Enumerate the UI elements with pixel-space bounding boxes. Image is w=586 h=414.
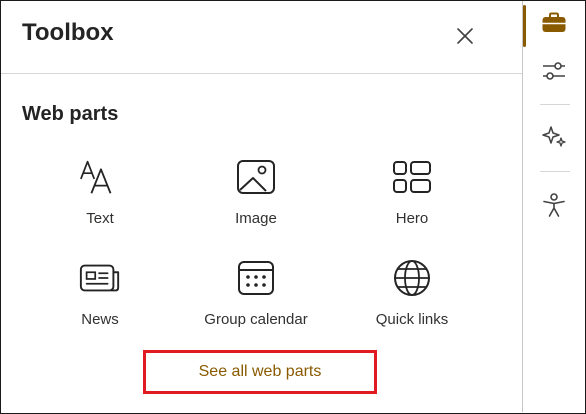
web-part-quick-links[interactable]: Quick links: [337, 252, 487, 342]
sparkle-icon: [542, 126, 566, 147]
rail-toolbox-button[interactable]: [538, 7, 570, 39]
web-part-text[interactable]: Text: [25, 151, 175, 241]
rail-settings-button[interactable]: [538, 55, 570, 87]
news-icon: [79, 264, 120, 292]
rail-accessibility-button[interactable]: [538, 189, 570, 221]
accessibility-icon: [543, 193, 565, 217]
web-part-news[interactable]: News: [25, 252, 175, 342]
close-button[interactable]: [450, 21, 480, 51]
web-part-label: News: [81, 311, 119, 328]
hero-icon: [393, 161, 431, 193]
web-part-hero[interactable]: Hero: [337, 151, 487, 241]
web-part-label: Group calendar: [204, 311, 308, 328]
panel-title: Toolbox: [22, 19, 114, 46]
see-all-web-parts-link[interactable]: See all web parts: [199, 363, 322, 381]
rail-divider: [540, 104, 570, 105]
web-part-label: Text: [86, 210, 114, 227]
globe-icon: [394, 260, 430, 296]
sliders-icon: [543, 62, 565, 80]
web-part-label: Image: [235, 210, 277, 227]
close-icon: [457, 28, 473, 44]
toolbox-panel: Toolbox Web parts Text Image Hero News G…: [1, 1, 523, 412]
panel-header: Toolbox: [1, 1, 522, 74]
web-part-label: Hero: [395, 210, 429, 227]
rail-divider: [540, 171, 570, 172]
web-part-group-calendar[interactable]: Group calendar: [181, 252, 331, 342]
image-icon: [237, 160, 275, 194]
toolbox-icon: [542, 12, 566, 32]
active-indicator: [523, 5, 526, 47]
rail-design-ideas-button[interactable]: [538, 120, 570, 152]
calendar-icon: [238, 261, 274, 295]
text-icon: [80, 160, 112, 194]
web-part-label: Quick links: [375, 311, 449, 328]
see-all-highlight: See all web parts: [143, 350, 377, 394]
section-title-web-parts: Web parts: [22, 103, 119, 125]
web-part-image[interactable]: Image: [181, 151, 331, 241]
side-rail: [523, 1, 585, 412]
